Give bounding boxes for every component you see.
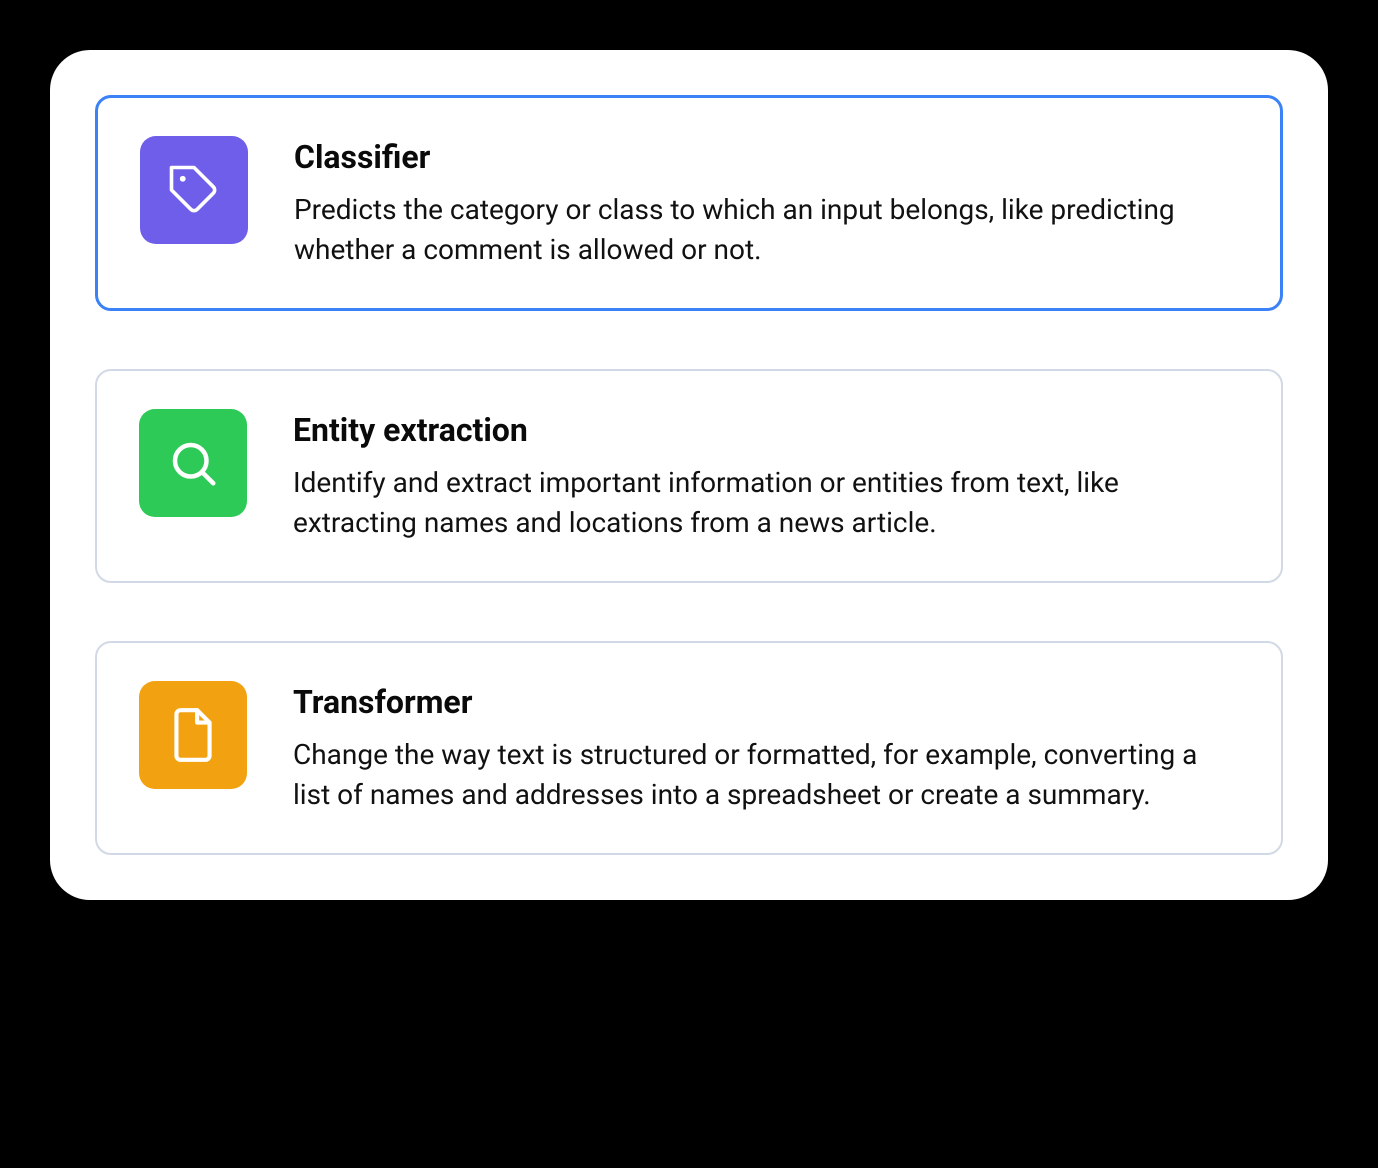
card-title: Entity extraction — [293, 411, 1239, 449]
card-description: Change the way text is structured or for… — [293, 735, 1239, 815]
card-description: Predicts the category or class to which … — [294, 190, 1238, 270]
option-card-transformer[interactable]: Transformer Change the way text is struc… — [95, 641, 1283, 855]
card-title: Classifier — [294, 138, 1238, 176]
option-card-classifier[interactable]: Classifier Predicts the category or clas… — [95, 95, 1283, 311]
file-icon — [139, 681, 247, 789]
card-description: Identify and extract important informati… — [293, 463, 1239, 543]
search-icon — [139, 409, 247, 517]
option-card-entity-extraction[interactable]: Entity extraction Identify and extract i… — [95, 369, 1283, 583]
tag-icon — [140, 136, 248, 244]
card-content: Classifier Predicts the category or clas… — [294, 136, 1238, 270]
card-title: Transformer — [293, 683, 1239, 721]
card-content: Transformer Change the way text is struc… — [293, 681, 1239, 815]
card-content: Entity extraction Identify and extract i… — [293, 409, 1239, 543]
option-panel: Classifier Predicts the category or clas… — [50, 50, 1328, 900]
